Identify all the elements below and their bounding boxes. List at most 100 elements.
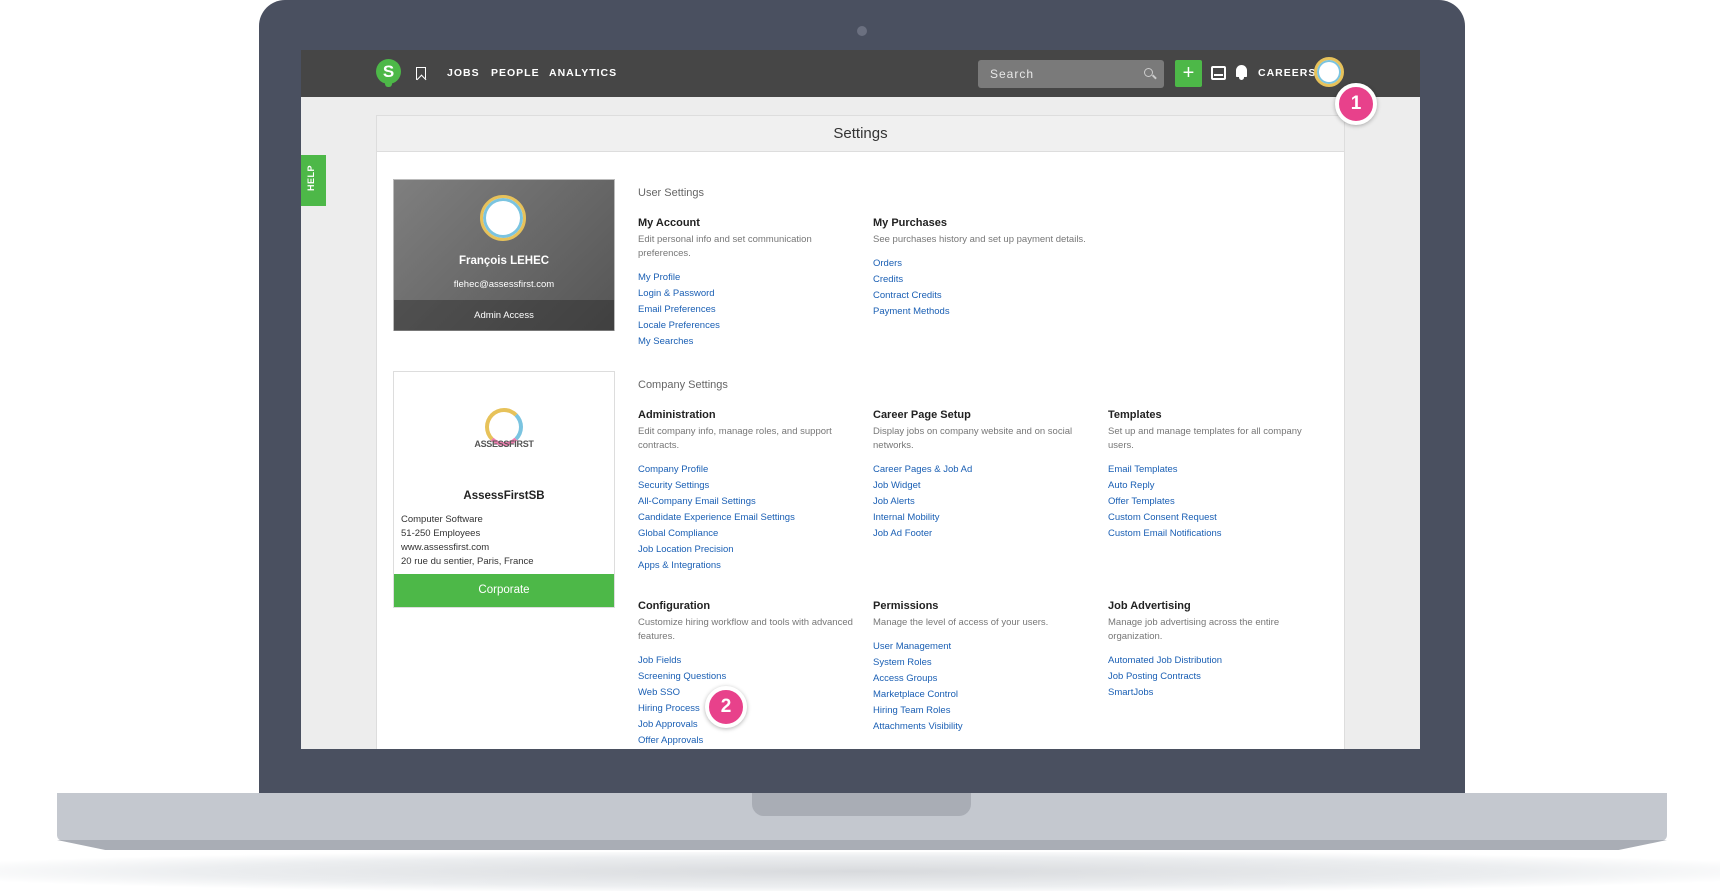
- company-size: 51-250 Employees: [401, 528, 481, 539]
- top-navbar: S JOBS PEOPLE ANALYTICS + CAREERS: [301, 50, 1420, 97]
- group-configuration: Configuration Customize hiring workflow a…: [638, 600, 853, 749]
- company-industry: Computer Software: [401, 514, 483, 525]
- settings-link-list: User Management System Roles Access Groups…: [873, 639, 1088, 735]
- group-my-purchases: My Purchases See purchases history and se…: [873, 217, 1088, 320]
- add-button[interactable]: +: [1175, 60, 1202, 87]
- settings-link-locale-preferences[interactable]: Locale Preferences: [638, 318, 853, 334]
- company-card: ASSESSFIRST AssessFirstSB Computer Softw…: [393, 371, 615, 608]
- settings-link-career-pages-job-ad[interactable]: Career Pages & Job Ad: [873, 462, 1088, 478]
- user-name: François LEHEC: [458, 255, 550, 267]
- nav-jobs[interactable]: JOBS: [447, 67, 480, 79]
- settings-link-custom-consent-request[interactable]: Custom Consent Request: [1108, 510, 1323, 526]
- group-description: Manage job advertising across the entire…: [1108, 617, 1280, 642]
- group-title: Templates: [1108, 409, 1162, 421]
- settings-link-screening-questions[interactable]: Screening Questions: [638, 669, 853, 685]
- settings-link-list: Company Profile Security Settings All-Comp…: [638, 462, 853, 574]
- settings-link-user-management[interactable]: User Management: [873, 639, 1088, 655]
- settings-link-security-settings[interactable]: Security Settings: [638, 478, 853, 494]
- settings-link-attachments-visibility[interactable]: Attachments Visibility: [873, 719, 1088, 735]
- settings-link-system-roles[interactable]: System Roles: [873, 655, 1088, 671]
- settings-link-list: Orders Credits Contract Credits Payment Met…: [873, 256, 1088, 320]
- settings-link-automated-job-distribution[interactable]: Automated Job Distribution: [1108, 653, 1323, 669]
- settings-link-job-location-precision[interactable]: Job Location Precision: [638, 542, 853, 558]
- access-level: Admin Access: [394, 300, 614, 331]
- group-templates: Templates Set up and manage templates for…: [1108, 409, 1323, 542]
- laptop-base-edge: [57, 840, 1667, 850]
- settings-link-job-alerts[interactable]: Job Alerts: [873, 494, 1088, 510]
- settings-link-job-ad-footer[interactable]: Job Ad Footer: [873, 526, 1088, 542]
- group-description: See purchases history and set up payment…: [873, 234, 1086, 245]
- settings-link-custom-email-notifications[interactable]: Custom Email Notifications: [1108, 526, 1323, 542]
- settings-link-contract-credits[interactable]: Contract Credits: [873, 288, 1088, 304]
- bookmark-icon[interactable]: [416, 67, 426, 80]
- help-tab[interactable]: HELP: [301, 155, 326, 206]
- app-screen: S JOBS PEOPLE ANALYTICS + CAREERS HELP S…: [301, 50, 1420, 749]
- product-screenshot: S JOBS PEOPLE ANALYTICS + CAREERS HELP S…: [0, 0, 1720, 891]
- group-administration: Administration Edit company info, manage …: [638, 409, 853, 574]
- company-logo-text: ASSESSFIRST: [474, 439, 534, 449]
- settings-link-job-widget[interactable]: Job Widget: [873, 478, 1088, 494]
- group-title: My Purchases: [873, 217, 947, 229]
- company-logo: ASSESSFIRST: [472, 408, 536, 450]
- logo-stem: [385, 81, 392, 87]
- settings-link-list: Automated Job Distribution Job Posting Co…: [1108, 653, 1323, 701]
- user-email: flehec@assessfirst.com: [453, 279, 555, 290]
- group-description: Edit personal info and set communication…: [638, 234, 812, 259]
- settings-link-access-groups[interactable]: Access Groups: [873, 671, 1088, 687]
- group-my-account: My Account Edit personal info and set com…: [638, 217, 853, 350]
- group-title: Job Advertising: [1108, 600, 1191, 612]
- group-title: Permissions: [873, 600, 939, 612]
- company-website: www.assessfirst.com: [401, 542, 490, 553]
- settings-link-offer-templates[interactable]: Offer Templates: [1108, 494, 1323, 510]
- user-avatar[interactable]: [1314, 57, 1344, 87]
- nav-analytics[interactable]: ANALYTICS: [549, 67, 617, 79]
- settings-link-hiring-team-roles[interactable]: Hiring Team Roles: [873, 703, 1088, 719]
- settings-link-marketplace-control[interactable]: Marketplace Control: [873, 687, 1088, 703]
- callout-badge-2: 2: [705, 686, 747, 728]
- settings-link-email-templates[interactable]: Email Templates: [1108, 462, 1323, 478]
- group-description: Edit company info, manage roles, and sup…: [638, 426, 832, 451]
- group-career-page-setup: Career Page Setup Display jobs on company…: [873, 409, 1088, 542]
- settings-link-list: My Profile Login & Password Email Preferen…: [638, 270, 853, 350]
- settings-link-login-password[interactable]: Login & Password: [638, 286, 853, 302]
- settings-link-all-company-email-settings[interactable]: All-Company Email Settings: [638, 494, 853, 510]
- settings-link-payment-methods[interactable]: Payment Methods: [873, 304, 1088, 320]
- settings-link-smartjobs[interactable]: SmartJobs: [1108, 685, 1323, 701]
- settings-link-candidate-experience-email-settings[interactable]: Candidate Experience Email Settings: [638, 510, 853, 526]
- settings-link-email-preferences[interactable]: Email Preferences: [638, 302, 853, 318]
- settings-link-internal-mobility[interactable]: Internal Mobility: [873, 510, 1088, 526]
- bell-icon[interactable]: [1236, 65, 1247, 80]
- settings-link-offer-approvals[interactable]: Offer Approvals: [638, 733, 853, 749]
- nav-careers[interactable]: CAREERS: [1258, 67, 1316, 79]
- settings-panel: Settings François LEHEC flehec@assessfir…: [376, 115, 1345, 749]
- settings-link-my-profile[interactable]: My Profile: [638, 270, 853, 286]
- callout-badge-1: 1: [1335, 83, 1377, 125]
- settings-link-global-compliance[interactable]: Global Compliance: [638, 526, 853, 542]
- search-box: [978, 60, 1164, 88]
- group-title: Configuration: [638, 600, 711, 612]
- inbox-icon[interactable]: [1211, 66, 1226, 80]
- search-input[interactable]: [978, 60, 1128, 88]
- group-description: Manage the level of access of your users…: [873, 617, 1049, 628]
- group-job-advertising: Job Advertising Manage job advertising ac…: [1108, 600, 1323, 701]
- group-permissions: Permissions Manage the level of access of…: [873, 600, 1088, 735]
- help-label: HELP: [306, 164, 317, 192]
- company-name: AssessFirstSB: [463, 490, 545, 502]
- settings-link-credits[interactable]: Credits: [873, 272, 1088, 288]
- group-description: Customize hiring workflow and tools with…: [638, 617, 853, 642]
- settings-link-orders[interactable]: Orders: [873, 256, 1088, 272]
- settings-link-job-posting-contracts[interactable]: Job Posting Contracts: [1108, 669, 1323, 685]
- settings-link-job-fields[interactable]: Job Fields: [638, 653, 853, 669]
- user-profile-card: François LEHEC flehec@assessfirst.com Ad…: [393, 179, 615, 331]
- settings-link-list: Career Pages & Job Ad Job Widget Job Alert…: [873, 462, 1088, 542]
- settings-link-job-approvals[interactable]: Job Approvals: [638, 717, 853, 733]
- settings-link-auto-reply[interactable]: Auto Reply: [1108, 478, 1323, 494]
- settings-link-apps-integrations[interactable]: Apps & Integrations: [638, 558, 853, 574]
- settings-link-company-profile[interactable]: Company Profile: [638, 462, 853, 478]
- settings-link-my-searches[interactable]: My Searches: [638, 334, 853, 350]
- group-title: My Account: [638, 217, 700, 229]
- camera-dot: [857, 26, 867, 36]
- nav-people[interactable]: PEOPLE: [491, 67, 540, 79]
- search-icon[interactable]: [1144, 68, 1153, 77]
- plan-badge: Corporate: [394, 574, 614, 607]
